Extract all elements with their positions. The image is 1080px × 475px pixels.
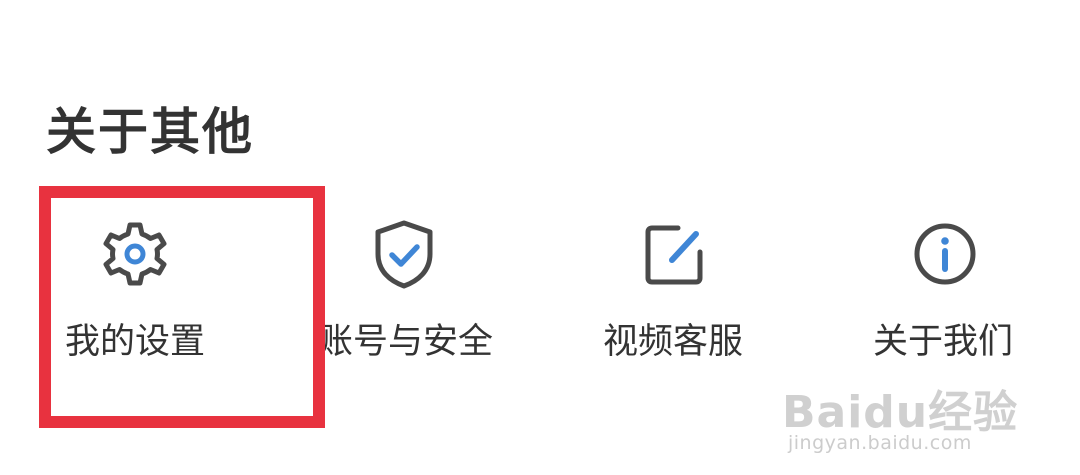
section-title: 关于其他 [46,103,254,161]
settings-item[interactable]: 我的设置 [40,210,300,390]
settings-label: 我的设置 [65,322,206,362]
account-security-label: 账号与安全 [318,322,494,362]
shield-check-icon [364,214,444,294]
feature-grid: 我的设置 账号与安全 视频客服 关于我们 [0,210,1080,390]
video-service-label: 视频客服 [603,322,744,362]
video-service-item[interactable]: 视频客服 [580,210,800,390]
about-us-label: 关于我们 [873,322,1014,362]
watermark-url: jingyan.baidu.com [788,432,972,454]
gear-icon [95,214,175,294]
edit-square-icon [634,214,714,294]
about-us-item[interactable]: 关于我们 [850,210,1070,390]
info-circle-icon [905,214,985,294]
account-security-item[interactable]: 账号与安全 [300,210,520,390]
about-other-page: 关于其他 我的设置 账号与安全 视频客服 关于我们 Baidu经验 jingya… [0,0,1080,475]
